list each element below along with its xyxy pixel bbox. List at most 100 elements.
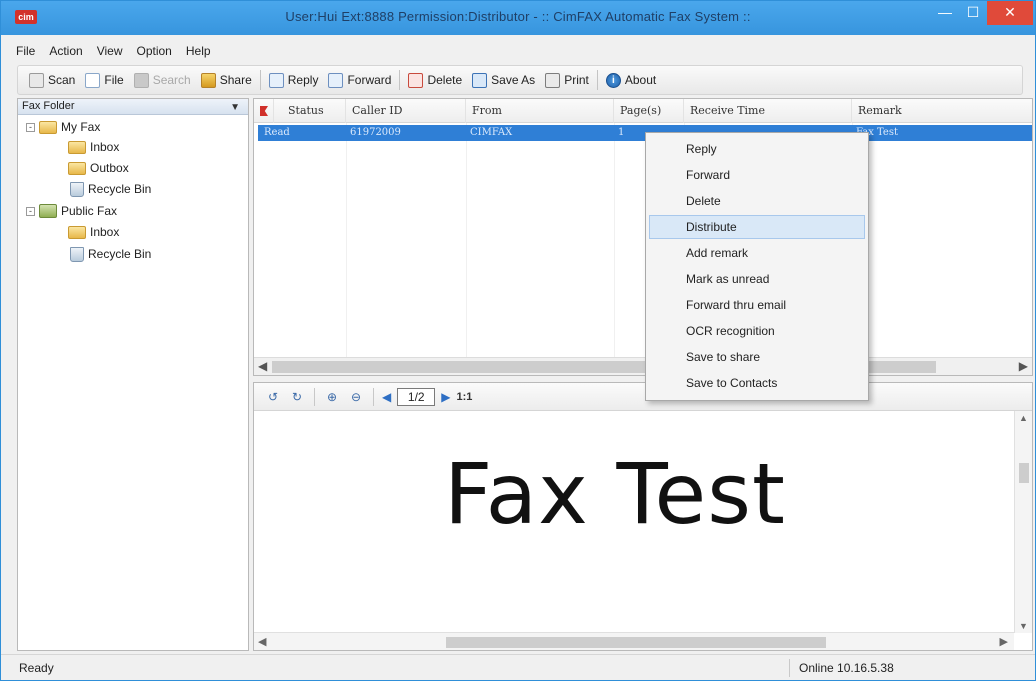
fax-page-content: Fax Test: [444, 445, 786, 543]
pin-icon[interactable]: ▼: [230, 100, 240, 115]
collapse-icon[interactable]: -: [26, 206, 35, 216]
flag-icon: [260, 106, 268, 116]
print-button[interactable]: Print: [540, 68, 594, 92]
context-menu-forward-email[interactable]: Forward thru email: [649, 293, 865, 317]
scroll-right-icon[interactable]: ▶: [1019, 359, 1028, 373]
title-bar[interactable]: cim User:Hui Ext:8888 Permission:Distrib…: [1, 1, 1035, 35]
delete-label: Delete: [427, 73, 463, 87]
column-divider: [346, 123, 347, 357]
delete-icon: [408, 72, 424, 88]
outbox-folder-icon: [68, 161, 86, 175]
context-menu-forward[interactable]: Forward: [649, 163, 865, 187]
reply-button[interactable]: Reply: [264, 68, 324, 92]
close-button[interactable]: ✕: [987, 1, 1033, 25]
collapse-icon[interactable]: -: [26, 122, 35, 132]
reply-icon: [268, 72, 284, 88]
toolbar-separator: [259, 70, 261, 90]
rotate-left-icon[interactable]: ↺: [264, 389, 282, 405]
tree-item-public-inbox[interactable]: Inbox: [68, 222, 119, 242]
share-button[interactable]: Share: [196, 68, 257, 92]
toolbar-separator: [596, 70, 598, 90]
zoom-in-icon[interactable]: ⊕: [323, 389, 341, 405]
save-icon: [472, 72, 488, 88]
connection-status: Online 10.16.5.38: [799, 661, 894, 675]
search-icon: [133, 72, 149, 88]
scroll-left-icon[interactable]: ◀: [258, 635, 266, 648]
share-folder-icon: [200, 72, 216, 88]
context-menu-reply[interactable]: Reply: [649, 137, 865, 161]
folder-panel: Fax Folder ▼ - My Fax Inbox Outbox Recyc…: [17, 98, 249, 651]
preview-horizontal-scrollbar[interactable]: ◀ ▶: [254, 632, 1014, 650]
menu-action[interactable]: Action: [42, 41, 89, 61]
file-label: File: [104, 73, 124, 87]
tree-label-inbox: Inbox: [90, 140, 120, 154]
about-label: About: [624, 73, 657, 87]
context-menu-save-contacts[interactable]: Save to Contacts: [649, 371, 865, 395]
context-menu-save-share[interactable]: Save to share: [649, 345, 865, 369]
scroll-left-icon[interactable]: ◀: [258, 359, 267, 373]
column-caller-id[interactable]: Caller ID: [346, 99, 466, 123]
folder-icon: [39, 120, 57, 134]
tree-item-public-fax[interactable]: - Public Fax: [26, 201, 117, 221]
fax-preview: ↺ ↻ ⊕ ⊖ ◀ 1/2 ▶ 1:1 Fax Test ▲ ▼ ◀ ▶: [253, 382, 1033, 651]
print-label: Print: [564, 73, 589, 87]
list-horizontal-scrollbar[interactable]: ◀ ▶: [254, 357, 1032, 375]
actual-size-button[interactable]: 1:1: [456, 391, 472, 403]
cell-caller-id: 61972009: [350, 127, 401, 138]
forward-button[interactable]: Forward: [323, 68, 396, 92]
search-label: Search: [152, 73, 191, 87]
maximize-button[interactable]: ☐: [959, 1, 987, 25]
menu-file[interactable]: File: [9, 41, 42, 61]
column-receive-time[interactable]: Receive Time: [684, 99, 852, 123]
menu-option[interactable]: Option: [130, 41, 179, 61]
scroll-up-icon[interactable]: ▲: [1019, 413, 1028, 423]
column-status[interactable]: Status: [282, 99, 346, 123]
scrollbar-thumb[interactable]: [1019, 463, 1029, 483]
zoom-out-icon[interactable]: ⊖: [347, 389, 365, 405]
cell-pages: 1: [618, 127, 625, 138]
tree-item-my-fax[interactable]: - My Fax: [26, 117, 100, 137]
page-indicator[interactable]: 1/2: [397, 387, 436, 406]
cell-from: CIMFAX: [470, 127, 513, 138]
toolbar-separator: [399, 70, 401, 90]
column-pages[interactable]: Page(s): [614, 99, 684, 123]
context-menu-delete[interactable]: Delete: [649, 189, 865, 213]
fax-list: Status Caller ID From Page(s) Receive Ti…: [253, 98, 1033, 376]
rotate-right-icon[interactable]: ↻: [288, 389, 306, 405]
context-menu-mark-unread[interactable]: Mark as unread: [649, 267, 865, 291]
about-button[interactable]: i About: [601, 68, 661, 92]
status-text: Ready: [19, 661, 54, 675]
search-button[interactable]: Search: [129, 68, 196, 92]
context-menu-ocr[interactable]: OCR recognition: [649, 319, 865, 343]
share-label: Share: [219, 73, 252, 87]
inbox-folder-icon: [68, 140, 86, 154]
scrollbar-thumb[interactable]: [446, 637, 826, 648]
tree-label-public-inbox: Inbox: [90, 225, 120, 239]
menu-help[interactable]: Help: [179, 41, 218, 61]
tree-item-recycle-bin[interactable]: Recycle Bin: [70, 179, 151, 199]
menu-bar: File Action View Option Help: [9, 41, 218, 61]
scroll-down-icon[interactable]: ▼: [1019, 621, 1028, 631]
file-button[interactable]: File: [80, 68, 128, 92]
flag-column-header[interactable]: [254, 99, 274, 123]
preview-vertical-scrollbar[interactable]: ▲ ▼: [1014, 411, 1032, 633]
tree-label-recycle-bin: Recycle Bin: [88, 182, 152, 196]
context-menu-distribute[interactable]: Distribute: [649, 215, 865, 239]
save-as-button[interactable]: Save As: [467, 68, 540, 92]
next-page-icon[interactable]: ▶: [441, 390, 450, 404]
scan-label: Scan: [48, 73, 76, 87]
reply-label: Reply: [287, 73, 319, 87]
delete-button[interactable]: Delete: [403, 68, 467, 92]
scroll-right-icon[interactable]: ▶: [1000, 635, 1008, 648]
tree-item-public-recycle-bin[interactable]: Recycle Bin: [70, 244, 151, 264]
tree-item-outbox[interactable]: Outbox: [68, 158, 129, 178]
column-remark[interactable]: Remark: [852, 99, 1032, 123]
previous-page-icon[interactable]: ◀: [382, 390, 391, 404]
window-title: User:Hui Ext:8888 Permission:Distributor…: [285, 9, 751, 24]
column-from[interactable]: From: [466, 99, 614, 123]
menu-view[interactable]: View: [90, 41, 130, 61]
minimize-button[interactable]: —: [931, 1, 959, 25]
scan-button[interactable]: Scan: [24, 68, 80, 92]
context-menu-add-remark[interactable]: Add remark: [649, 241, 865, 265]
tree-item-inbox[interactable]: Inbox: [68, 137, 119, 157]
